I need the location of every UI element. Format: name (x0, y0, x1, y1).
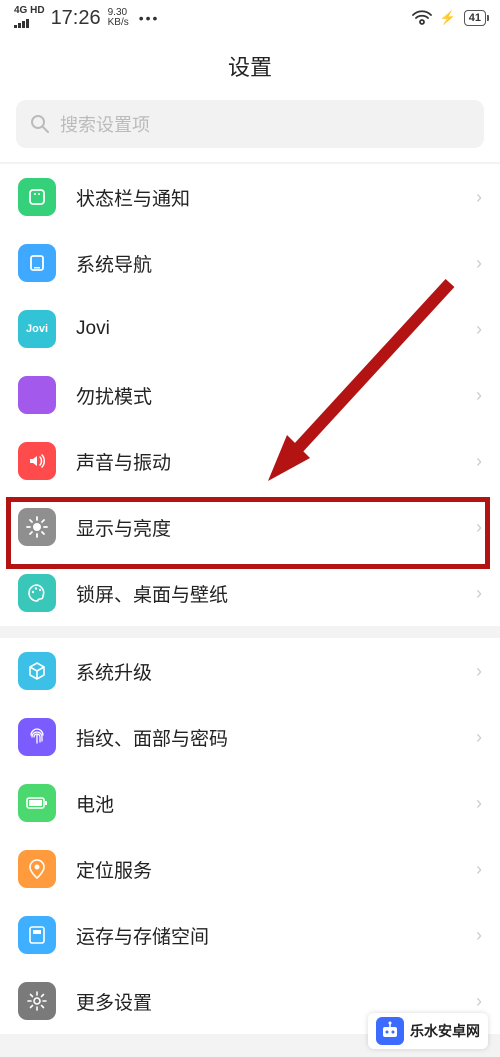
chevron-right-icon: › (476, 319, 482, 340)
battery-icon (18, 784, 56, 822)
chevron-right-icon: › (476, 859, 482, 880)
row-storage[interactable]: 运存与存储空间 › (0, 902, 500, 968)
fingerprint-icon (18, 718, 56, 756)
chevron-right-icon: › (476, 793, 482, 814)
row-sound[interactable]: 声音与振动 › (0, 428, 500, 494)
square-dots-icon (18, 178, 56, 216)
row-location[interactable]: 定位服务 › (0, 836, 500, 902)
row-status-notif[interactable]: 状态栏与通知 › (0, 164, 500, 230)
row-label: 定位服务 (76, 856, 476, 883)
row-jovi[interactable]: Jovi Jovi › (0, 296, 500, 362)
row-label: Jovi (76, 318, 476, 340)
search-container: 搜索设置项 (0, 100, 500, 162)
row-label: 系统升级 (76, 658, 476, 685)
watermark: 乐水安卓网 (368, 1013, 488, 1049)
row-dnd[interactable]: 勿扰模式 › (0, 362, 500, 428)
chevron-right-icon: › (476, 991, 482, 1012)
chevron-right-icon: › (476, 925, 482, 946)
watermark-robot-icon (376, 1017, 404, 1045)
row-label: 更多设置 (76, 988, 476, 1015)
settings-group-1: 状态栏与通知 › 系统导航 › Jovi Jovi › 勿扰模式 › 声音与振动… (0, 164, 500, 626)
charging-icon: ⚡ (440, 10, 456, 26)
wifi-icon (412, 10, 432, 26)
row-update[interactable]: 系统升级 › (0, 638, 500, 704)
battery-level: 41 (464, 10, 486, 26)
cube-icon (18, 652, 56, 690)
status-bar: 4G HD 17:26 9.30 KB/s ••• ⚡ 41 (0, 0, 500, 36)
row-label: 声音与振动 (76, 448, 476, 475)
chevron-right-icon: › (476, 661, 482, 682)
page-title: 设置 (0, 36, 500, 100)
search-placeholder: 搜索设置项 (60, 111, 150, 137)
jovi-icon: Jovi (18, 310, 56, 348)
signal-icon (14, 18, 32, 28)
row-nav[interactable]: 系统导航 › (0, 230, 500, 296)
gear-icon (18, 982, 56, 1020)
row-display[interactable]: 显示与亮度 › (0, 494, 500, 560)
row-label: 状态栏与通知 (76, 184, 476, 211)
search-icon (30, 114, 50, 134)
row-label: 系统导航 (76, 250, 476, 277)
palette-icon (18, 574, 56, 612)
row-label: 指纹、面部与密码 (76, 724, 476, 751)
watermark-text: 乐水安卓网 (410, 1021, 480, 1041)
status-time: 17:26 (51, 7, 101, 30)
storage-icon (18, 916, 56, 954)
chevron-right-icon: › (476, 451, 482, 472)
chevron-right-icon: › (476, 187, 482, 208)
row-label: 勿扰模式 (76, 382, 476, 409)
speaker-icon (18, 442, 56, 480)
row-biometrics[interactable]: 指纹、面部与密码 › (0, 704, 500, 770)
row-battery[interactable]: 电池 › (0, 770, 500, 836)
chevron-right-icon: › (476, 253, 482, 274)
location-icon (18, 850, 56, 888)
row-label: 锁屏、桌面与壁纸 (76, 580, 476, 607)
row-label: 显示与亮度 (76, 514, 476, 541)
network-badge: 4G HD (14, 6, 45, 16)
more-status-icon: ••• (139, 10, 160, 26)
nav-icon (18, 244, 56, 282)
chevron-right-icon: › (476, 583, 482, 604)
search-input[interactable]: 搜索设置项 (16, 100, 484, 148)
net-speed-unit: KB/s (108, 18, 129, 28)
chevron-right-icon: › (476, 727, 482, 748)
moon-icon (18, 376, 56, 414)
row-lock[interactable]: 锁屏、桌面与壁纸 › (0, 560, 500, 626)
chevron-right-icon: › (476, 385, 482, 406)
row-label: 运存与存储空间 (76, 922, 476, 949)
settings-group-2: 系统升级 › 指纹、面部与密码 › 电池 › 定位服务 › 运存与存储空间 › … (0, 638, 500, 1034)
row-label: 电池 (76, 790, 476, 817)
brightness-icon (18, 508, 56, 546)
chevron-right-icon: › (476, 517, 482, 538)
